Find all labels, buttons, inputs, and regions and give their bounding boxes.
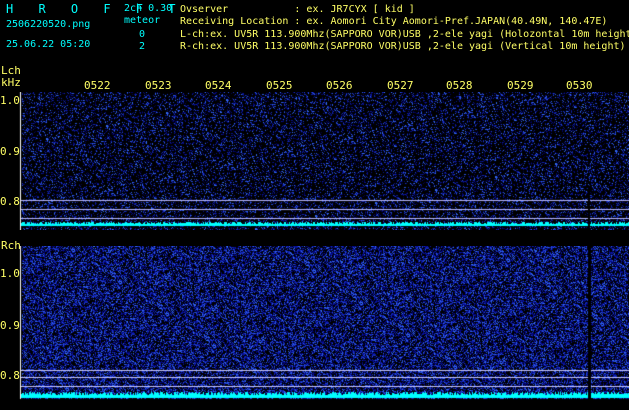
lch-receiver-info: L-ch:ex. UV5R 113.900Mhz(SAPPORO VOR)USB… (180, 29, 629, 40)
rch-receiver-info: R-ch:ex. UV5R 113.900Mhz(SAPPORO VOR)USB… (180, 41, 626, 52)
time-tick-0523: 0523 (145, 79, 172, 92)
lch-label: Lch (1, 64, 21, 77)
rch-freq-0-8: 0.8 (0, 369, 20, 382)
lch-freq-0-8: 0.8 (0, 195, 20, 208)
rch-freq-0-9: 0.9 (0, 319, 20, 332)
meteor-label: meteor (124, 15, 161, 26)
time-tick-0528: 0528 (446, 79, 473, 92)
observer-info: Ovserver : ex. JR7CYX [ kid ] (180, 4, 415, 15)
time-tick-0527: 0527 (387, 79, 414, 92)
lch-unit-label: kHz (1, 76, 21, 89)
location-info: Receiving Location : ex. Aomori City Aom… (180, 16, 608, 27)
rch-spectrogram (0, 246, 629, 410)
version-label: 2ch 0.30 (124, 3, 173, 14)
panel-separator (0, 230, 629, 238)
datetime-label: 25.06.22 05:20 (6, 39, 91, 50)
meteor-count-rch: 2 (139, 41, 146, 52)
rch-freq-1-0: 1.0 (0, 267, 20, 280)
lch-spectrogram (0, 92, 629, 230)
time-tick-0524: 0524 (205, 79, 232, 92)
filename-label: 2506220520.png (6, 19, 91, 30)
lch-freq-0-9: 0.9 (0, 145, 20, 158)
meteor-count-lch: 0 (139, 29, 146, 40)
time-tick-0522: 0522 (84, 79, 111, 92)
rch-label: Rch (1, 239, 21, 252)
time-tick-0525: 0525 (266, 79, 293, 92)
time-tick-0530: 0530 (566, 79, 593, 92)
lch-freq-1-0: 1.0 (0, 94, 20, 107)
time-tick-0526: 0526 (326, 79, 353, 92)
time-tick-0529: 0529 (507, 79, 534, 92)
